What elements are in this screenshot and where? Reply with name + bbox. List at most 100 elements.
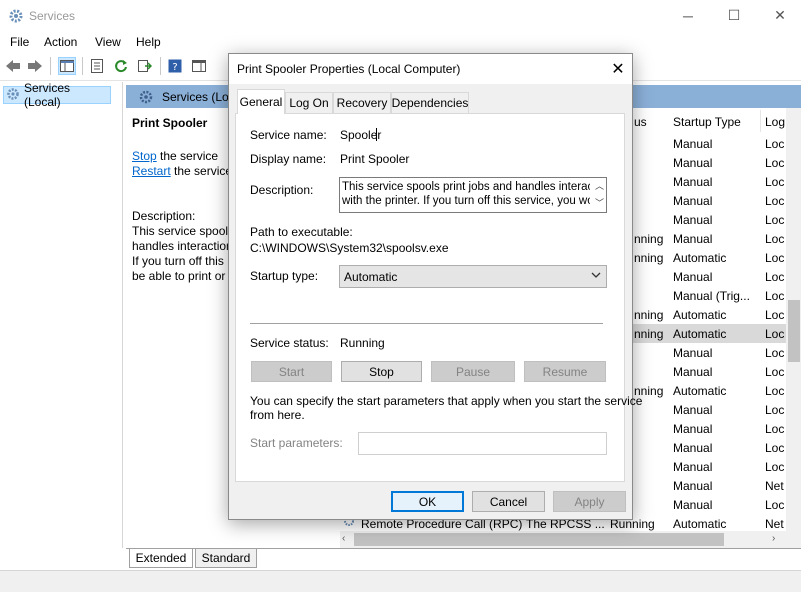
dialog-close-icon[interactable]: ✕ [604, 57, 632, 81]
column-header-status[interactable]: us [634, 115, 647, 129]
service-row-status: nning [634, 327, 664, 341]
chevron-down-icon [591, 269, 601, 284]
console-tree-icon[interactable] [58, 57, 76, 75]
service-row-status: nning [634, 232, 664, 246]
tab-log-on[interactable]: Log On [285, 92, 333, 113]
description-line: with the printer. If you turn off this s… [342, 195, 590, 207]
service-row-logon: Loc [765, 384, 785, 398]
minimize-button[interactable]: ─ [665, 0, 711, 31]
detail-description-label: Description: [132, 209, 196, 223]
help-icon[interactable]: ? [166, 57, 184, 75]
service-row-startup: Manual [673, 137, 713, 151]
service-row-logon: Loc [765, 137, 785, 151]
service-row-logon: Loc [765, 308, 785, 322]
menu-view[interactable]: View [95, 35, 121, 49]
service-row-startup: Manual [673, 460, 713, 474]
tree-item-services-local[interactable]: Services (Local) [3, 81, 111, 109]
menu-help[interactable]: Help [136, 35, 161, 49]
service-row-logon: Loc [765, 365, 785, 379]
start-parameters-help-line: You can specify the start parameters tha… [250, 394, 643, 408]
horizontal-scrollbar-thumb[interactable] [354, 533, 724, 546]
column-divider [760, 110, 761, 132]
detail-description-line: handles interaction [132, 239, 233, 253]
service-row-startup: Manual [673, 156, 713, 170]
scroll-down-icon[interactable]: ﹀ [595, 196, 604, 209]
scroll-up-icon[interactable]: ︿ [595, 179, 604, 192]
path-label: Path to executable: [250, 225, 353, 239]
menu-file[interactable]: File [10, 35, 29, 49]
service-detail-title: Print Spooler [132, 116, 208, 130]
service-name-label: Service name: [250, 128, 327, 142]
dialog-title: Print Spooler Properties (Local Computer… [237, 62, 461, 76]
detail-description-line: be able to print or [132, 269, 226, 283]
gear-icon [6, 87, 20, 104]
refresh-icon[interactable] [112, 57, 130, 75]
service-row-startup: Manual [673, 498, 713, 512]
service-row-startup: Manual [673, 403, 713, 417]
service-row-logon: Loc [765, 289, 785, 303]
service-row-startup: Manual [673, 365, 713, 379]
pause-button[interactable]: Pause [431, 361, 515, 382]
svg-text:?: ? [172, 62, 177, 73]
cancel-button[interactable]: Cancel [472, 491, 545, 512]
service-row-startup: Automatic [673, 308, 727, 322]
column-header-log-on-as[interactable]: Log [765, 115, 785, 129]
vertical-scrollbar-thumb[interactable] [788, 300, 800, 362]
resume-button[interactable]: Resume [524, 361, 606, 382]
scroll-left-icon[interactable]: ‹ [342, 533, 345, 544]
export-list-icon[interactable] [136, 57, 154, 75]
display-name-value[interactable]: Print Spooler [340, 152, 409, 166]
ok-button[interactable]: OK [391, 491, 464, 512]
service-row-logon: Loc [765, 498, 785, 512]
tab-recovery[interactable]: Recovery [333, 92, 391, 113]
gear-icon [138, 89, 154, 108]
service-row-logon: Loc [765, 270, 785, 284]
path-value: C:\WINDOWS\System32\spoolsv.exe [250, 241, 449, 255]
maximize-button[interactable]: ☐ [711, 0, 757, 31]
back-arrow-icon[interactable] [4, 57, 22, 75]
start-parameters-label: Start parameters: [250, 436, 343, 450]
apply-button[interactable]: Apply [553, 491, 626, 512]
tab-standard[interactable]: Standard [195, 549, 257, 568]
menu-action[interactable]: Action [44, 35, 77, 49]
start-button[interactable]: Start [251, 361, 332, 382]
service-row-logon: Loc [765, 251, 785, 265]
start-parameters-help-line: from here. [250, 408, 305, 422]
stop-service-link[interactable]: Stop [132, 149, 157, 163]
section-separator [250, 323, 603, 324]
status-bar [0, 570, 801, 592]
tab-dependencies[interactable]: Dependencies [391, 92, 469, 113]
text-cursor [376, 128, 377, 141]
service-row-startup: Automatic [673, 327, 727, 341]
description-field[interactable]: This service spools print jobs and handl… [339, 177, 607, 213]
column-header-startup-type[interactable]: Startup Type [673, 115, 741, 129]
forward-arrow-icon[interactable] [26, 57, 44, 75]
console-tree [0, 82, 123, 548]
service-row-logon: Loc [765, 232, 785, 246]
service-row-startup: Manual [673, 213, 713, 227]
service-row-logon: Loc [765, 194, 785, 208]
tab-general[interactable]: General [237, 89, 285, 114]
start-parameters-input[interactable] [358, 432, 607, 455]
service-status-value: Running [340, 336, 385, 350]
service-row-logon: Loc [765, 156, 785, 170]
stop-button[interactable]: Stop [341, 361, 422, 382]
close-button[interactable]: ✕ [757, 0, 801, 31]
restart-service-row: Restart the service [132, 164, 232, 178]
scroll-right-icon[interactable]: › [772, 533, 775, 544]
restart-service-link[interactable]: Restart [132, 164, 171, 178]
tab-extended[interactable]: Extended [129, 549, 193, 568]
properties-icon[interactable] [88, 57, 106, 75]
service-row-startup: Manual [673, 194, 713, 208]
show-hide-pane-icon[interactable] [190, 57, 208, 75]
service-row-startup: Manual [673, 441, 713, 455]
service-row-startup: Manual [673, 479, 713, 493]
detail-description-line: This service spools [132, 224, 235, 238]
startup-type-select[interactable]: Automatic [339, 265, 607, 288]
detail-description-line: If you turn off this [132, 254, 224, 268]
toolbar-separator [50, 57, 51, 75]
service-row-logon: Net [765, 479, 784, 493]
service-row-startup: Manual (Trig... [673, 289, 750, 303]
service-row-logon: Loc [765, 403, 785, 417]
display-name-label: Display name: [250, 152, 327, 166]
